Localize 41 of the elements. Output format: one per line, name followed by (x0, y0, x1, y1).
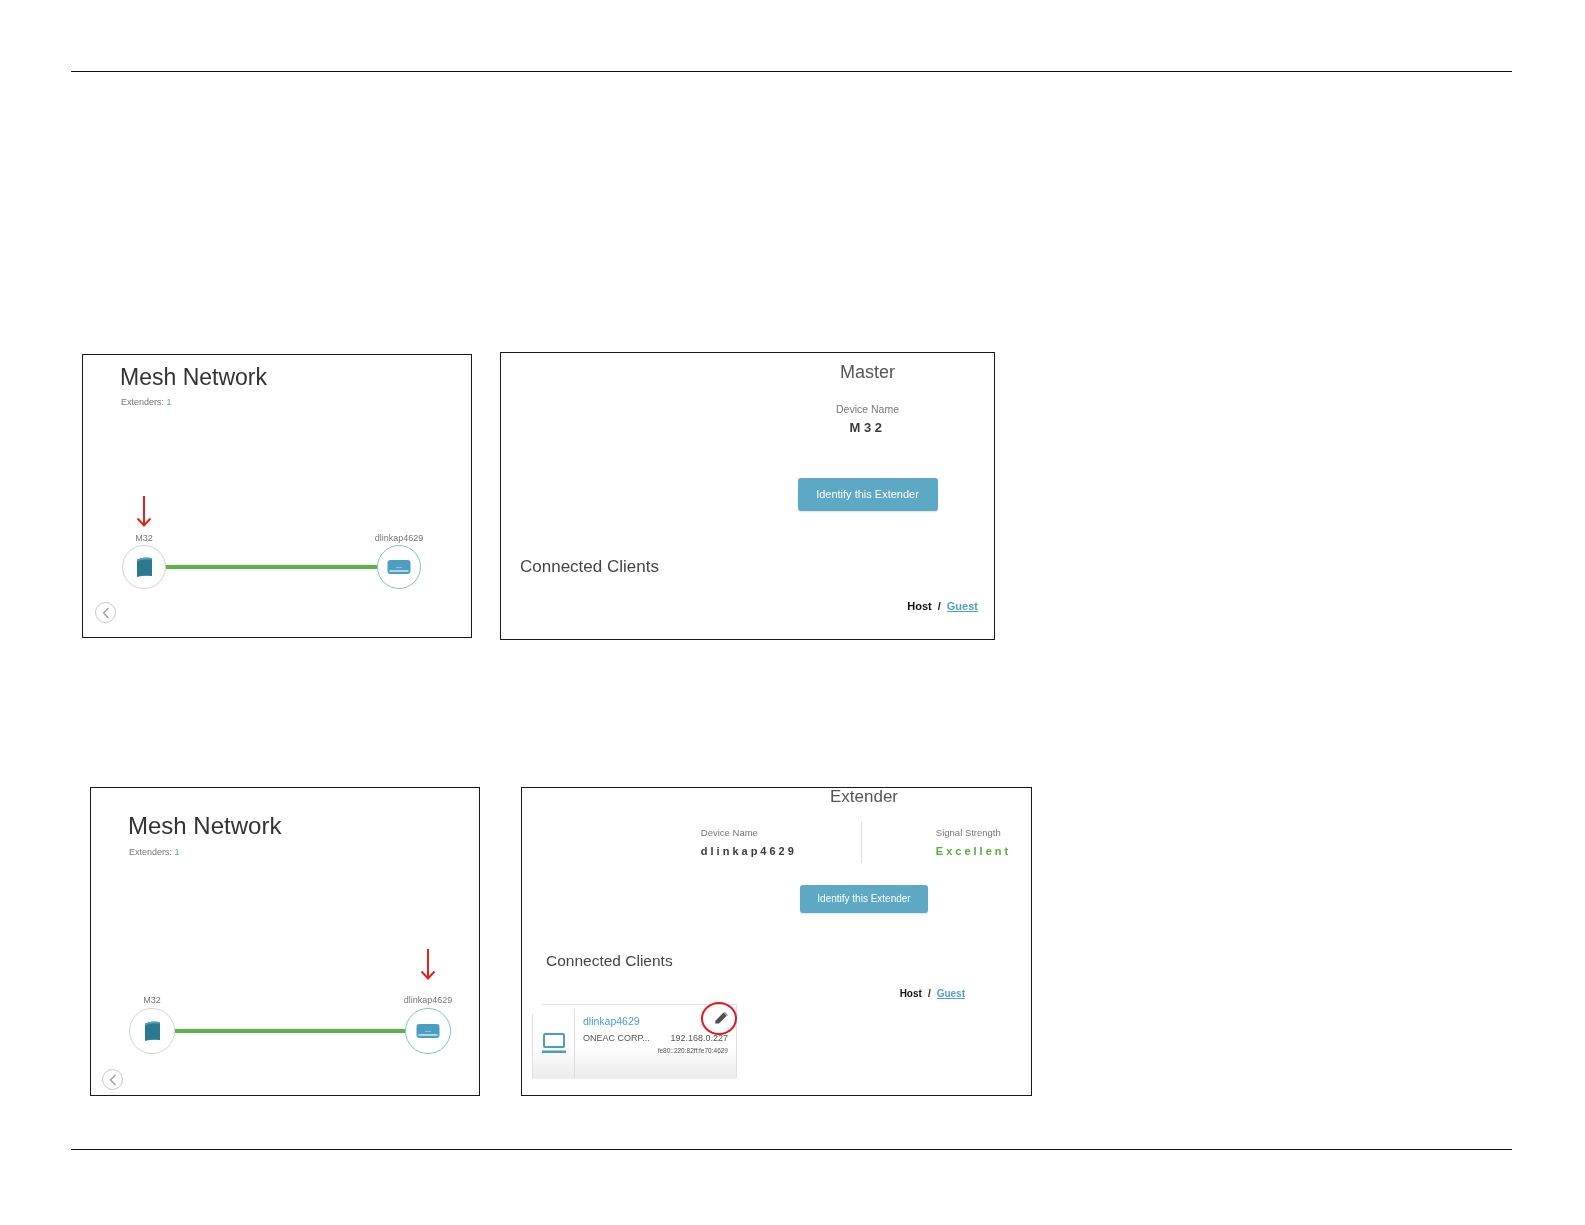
node-label: M32 (135, 534, 153, 544)
extenders-label: Extenders: (129, 846, 173, 857)
client-vendor: ONEAC CORP... (583, 1033, 650, 1044)
panel-heading: Extender (829, 787, 898, 808)
box-device-icon[interactable] (405, 1008, 451, 1054)
filter-tab[interactable]: Guest (936, 987, 965, 1000)
pencil-icon[interactable] (714, 1011, 728, 1024)
node-label: dlinkap4629 (374, 534, 424, 544)
extenders-label: Extenders: (121, 396, 165, 407)
identify-button[interactable]: Identify this Extender (797, 477, 938, 511)
extenders-count: 1 (166, 396, 172, 407)
node-label: M32 (143, 996, 161, 1006)
tower-device-icon[interactable] (122, 545, 166, 589)
field-label: Signal Strength (935, 827, 1001, 839)
chevron-left-icon (101, 606, 110, 619)
filter-tab[interactable]: Guest (946, 600, 978, 614)
tower-device-icon[interactable] (129, 1008, 175, 1054)
page-title: Mesh Network (120, 364, 267, 392)
client-ipv4: 192.168.0.227 (670, 1033, 728, 1044)
extenders-count: 1 (174, 846, 180, 857)
field-value: Excellent (935, 844, 1012, 858)
field-value: M32 (849, 420, 886, 436)
field-label: Device Name (836, 402, 899, 416)
identify-button[interactable]: Identify this Extender (800, 884, 928, 913)
tab-separator: / (927, 987, 931, 1000)
page-title: Mesh Network (128, 812, 282, 841)
back-button[interactable] (102, 1069, 123, 1090)
laptop-icon (541, 1032, 566, 1054)
filter-tab[interactable]: Host (907, 600, 932, 614)
client-name: dlinkap4629 (583, 1014, 640, 1028)
filter-tab[interactable]: Host (899, 987, 922, 1000)
node-label: dlinkap4629 (403, 996, 453, 1006)
back-button[interactable] (95, 602, 116, 623)
tab-separator: / (937, 600, 941, 614)
field-value: dlinkap4629 (700, 844, 797, 858)
chevron-left-icon (108, 1073, 117, 1086)
box-device-icon[interactable] (377, 545, 421, 589)
panel-heading: Master (840, 362, 895, 384)
section-heading: Connected Clients (546, 951, 673, 971)
field-label: Device Name (700, 827, 758, 839)
section-heading: Connected Clients (520, 556, 659, 578)
